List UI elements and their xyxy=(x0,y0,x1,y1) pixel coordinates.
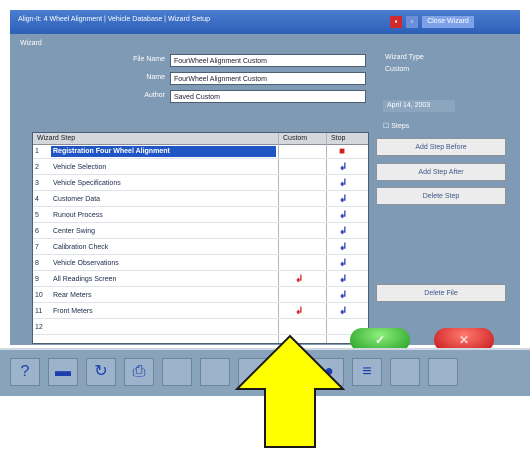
step-label: All Readings Screen xyxy=(53,276,117,283)
table-row[interactable]: 10 Rear Meters ↲ xyxy=(33,290,368,301)
step-label: Vehicle Selection xyxy=(53,164,107,171)
steps-label: ☐ Steps xyxy=(383,123,410,130)
table-row[interactable]: 11 Front Meters ↲ ↲ xyxy=(33,306,368,317)
step-label: Calibration Check xyxy=(53,244,109,251)
author-field[interactable]: Saved Custom xyxy=(170,90,366,103)
step-number: 6 xyxy=(35,228,39,235)
add-step-before-button[interactable]: Add Step Before xyxy=(376,138,506,156)
row-divider xyxy=(33,302,368,303)
step-number: 12 xyxy=(35,324,43,331)
file-name-field[interactable]: FourWheel Alignment Custom xyxy=(170,54,366,67)
custom-check-icon[interactable]: ↲ xyxy=(295,275,303,285)
delete-file-button[interactable]: Delete File xyxy=(376,284,506,302)
blank-icon[interactable] xyxy=(162,358,192,386)
stop-check-icon[interactable]: ↲ xyxy=(339,227,347,237)
file-name-label: File Name xyxy=(133,56,165,63)
stop-check-icon[interactable]: ↲ xyxy=(339,195,347,205)
stop-check-icon[interactable]: ↲ xyxy=(339,243,347,253)
delete-step-button[interactable]: Delete Step xyxy=(376,187,506,205)
step-number: 7 xyxy=(35,244,39,251)
step-label: Center Swing xyxy=(53,228,96,235)
row-divider xyxy=(33,238,368,239)
stop-column-header: Stop xyxy=(327,133,368,145)
stop-check-icon[interactable]: ↲ xyxy=(339,179,347,189)
stop-square-icon[interactable]: ■ xyxy=(339,147,345,157)
step-number: 9 xyxy=(35,276,39,283)
printer-icon[interactable]: ⎙ xyxy=(124,358,154,386)
table-row[interactable]: 2 Vehicle Selection ↲ xyxy=(33,162,368,173)
blank-icon[interactable] xyxy=(428,358,458,386)
table-row[interactable]: 9 All Readings Screen ↲ ↲ xyxy=(33,274,368,285)
stop-check-icon[interactable]: ↲ xyxy=(339,259,347,269)
row-divider xyxy=(33,254,368,255)
step-label: Front Meters xyxy=(53,308,93,315)
custom-check-icon[interactable]: ↲ xyxy=(295,307,303,317)
step-number: 8 xyxy=(35,260,39,267)
home-icon[interactable] xyxy=(200,358,230,386)
help-icon[interactable]: ? xyxy=(10,358,40,386)
table-row[interactable]: 1 Registration Four Wheel Alignment ■ xyxy=(33,146,368,157)
maximize-button[interactable]: ▫ xyxy=(406,16,418,28)
table-row[interactable]: 12 xyxy=(33,322,368,333)
step-label: Runout Process xyxy=(53,212,103,219)
step-label: Customer Data xyxy=(53,196,101,203)
step-label: Registration Four Wheel Alignment xyxy=(51,146,276,157)
minimize-button[interactable]: ▪ xyxy=(390,16,402,28)
add-step-after-button[interactable]: Add Step After xyxy=(376,163,506,181)
wizard-type-value: Custom xyxy=(385,66,410,73)
row-divider xyxy=(33,286,368,287)
close-wizard-button[interactable]: Close Wizard xyxy=(422,16,474,28)
table-row[interactable]: 7 Calibration Check ↲ xyxy=(33,242,368,253)
row-divider xyxy=(33,158,368,159)
row-divider xyxy=(33,190,368,191)
window-title: Align-It: 4 Wheel Alignment | Vehicle Da… xyxy=(18,16,210,23)
step-number: 11 xyxy=(35,308,43,315)
author-label: Author xyxy=(144,92,165,99)
wizard-window: Align-It: 4 Wheel Alignment | Vehicle Da… xyxy=(10,10,520,352)
row-divider xyxy=(33,222,368,223)
table-row[interactable]: 8 Vehicle Observations ↲ xyxy=(33,258,368,269)
name-label: Name xyxy=(146,74,165,81)
row-divider xyxy=(33,206,368,207)
row-divider xyxy=(33,174,368,175)
yellow-arrow-icon xyxy=(235,334,345,448)
custom-column-header: Custom xyxy=(279,133,326,145)
step-number: 4 xyxy=(35,196,39,203)
stop-check-icon[interactable]: ↲ xyxy=(339,291,347,301)
row-divider xyxy=(33,270,368,271)
stop-check-icon[interactable]: ↲ xyxy=(339,275,347,285)
table-row[interactable]: 4 Customer Data ↲ xyxy=(33,194,368,205)
stop-check-icon[interactable]: ↲ xyxy=(339,307,347,317)
step-column-header: Wizard Step xyxy=(33,133,278,145)
name-field[interactable]: FourWheel Alignment Custom xyxy=(170,72,366,85)
menu-icon[interactable]: ≡ xyxy=(352,358,382,386)
stop-check-icon[interactable]: ↲ xyxy=(339,211,347,221)
step-label: Rear Meters xyxy=(53,292,92,299)
refresh-icon[interactable]: ↻ xyxy=(86,358,116,386)
step-number: 1 xyxy=(35,148,39,155)
step-number: 2 xyxy=(35,164,39,171)
step-label: Vehicle Observations xyxy=(53,260,119,267)
wizard-label: Wizard xyxy=(20,40,42,47)
step-number: 3 xyxy=(35,180,39,187)
step-number: 5 xyxy=(35,212,39,219)
stop-check-icon[interactable]: ↲ xyxy=(339,163,347,173)
step-number: 10 xyxy=(35,292,43,299)
vehicle-icon[interactable]: ▬ xyxy=(48,358,78,386)
title-bar: Align-It: 4 Wheel Alignment | Vehicle Da… xyxy=(10,10,520,34)
steps-checkbox-icon[interactable]: ☐ xyxy=(383,123,389,130)
wizard-type-label: Wizard Type xyxy=(385,54,424,61)
blank-icon[interactable] xyxy=(390,358,420,386)
table-row[interactable]: 3 Vehicle Specifications ↲ xyxy=(33,178,368,189)
wizard-steps-list[interactable]: Wizard Step Custom Stop 1 Registration Fo… xyxy=(32,132,369,344)
table-row[interactable]: 6 Center Swing ↲ xyxy=(33,226,368,237)
table-row[interactable]: 5 Runout Process ↲ xyxy=(33,210,368,221)
date-text: April 14, 2003 xyxy=(383,100,455,112)
step-label: Vehicle Specifications xyxy=(53,180,121,187)
row-divider xyxy=(33,318,368,319)
